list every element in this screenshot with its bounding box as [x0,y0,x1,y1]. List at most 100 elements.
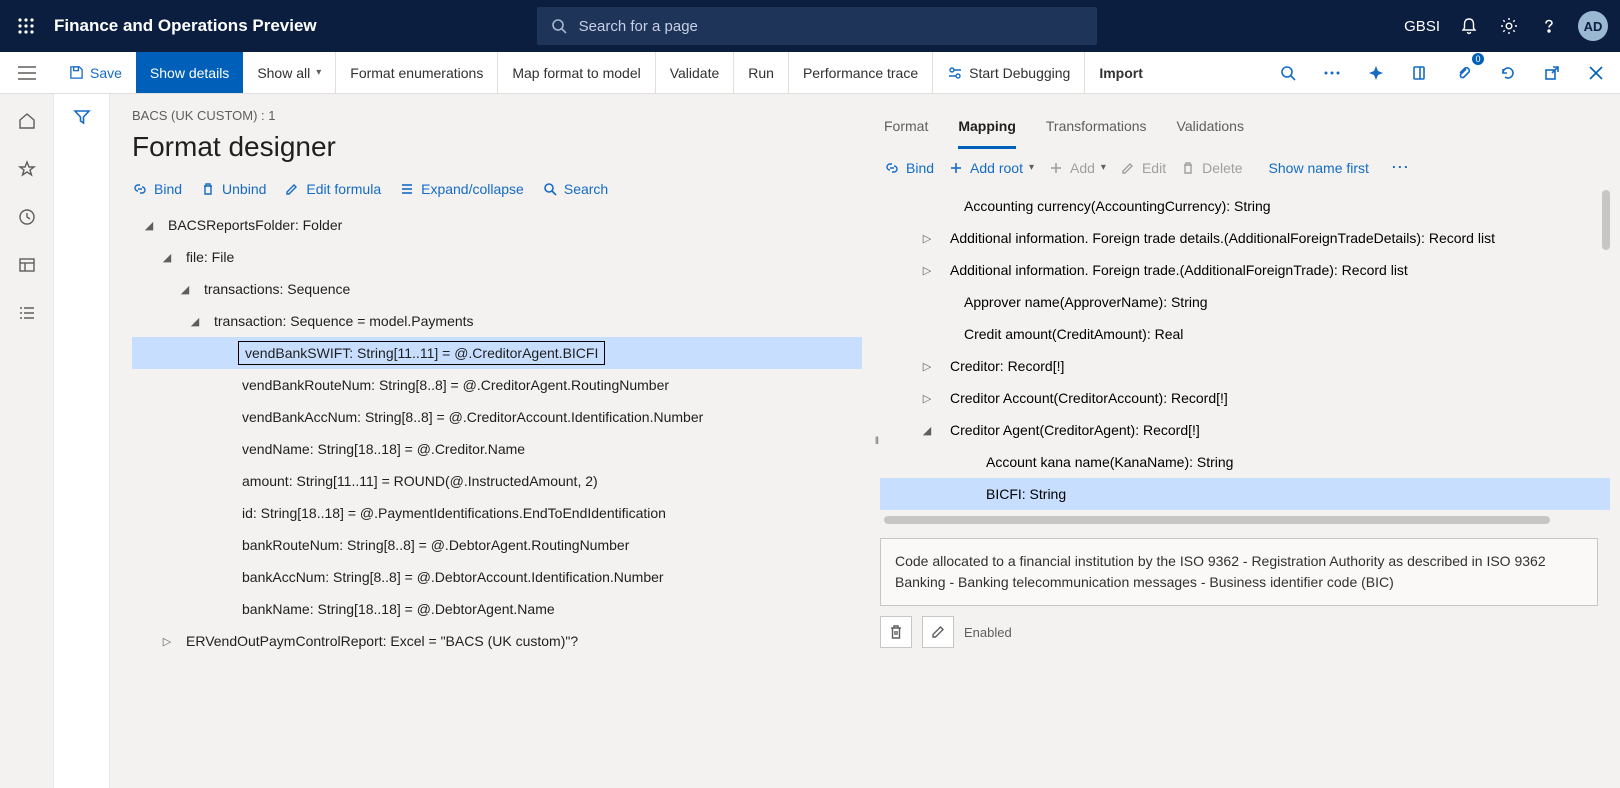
validate-button[interactable]: Validate [656,52,735,93]
main-area: BACS (UK CUSTOM) : 1 Format designer Bin… [0,94,1620,788]
tree-toggle-icon[interactable]: ◢ [188,314,202,328]
expand-collapse-button[interactable]: Expand/collapse [399,181,524,197]
format-tree-node[interactable]: amount: String[11..11] = ROUND(@.Instruc… [132,465,862,497]
tab-format[interactable]: Format [884,108,928,149]
mapping-tree-node[interactable]: Approver name(ApproverName): String [880,286,1610,318]
format-tree-node[interactable]: bankRouteNum: String[8..8] = @.DebtorAge… [132,529,862,561]
mapping-tree-node[interactable]: ▷Additional information. Foreign trade d… [880,222,1610,254]
tab-transformations[interactable]: Transformations [1046,108,1147,149]
format-tree-node[interactable]: ◢transaction: Sequence = model.Payments [132,305,862,337]
tab-validations[interactable]: Validations [1177,108,1244,149]
org-name[interactable]: GBSI [1404,18,1440,35]
tree-toggle-icon[interactable]: ▷ [920,359,934,373]
map-format-button[interactable]: Map format to model [498,52,655,93]
nav-toggle-button[interactable] [18,66,36,80]
delete-selected-button[interactable] [880,616,912,648]
format-tree[interactable]: ◢BACSReportsFolder: Folder◢file: File◢tr… [132,209,862,657]
mapping-tree-node[interactable]: Accounting currency(AccountingCurrency):… [880,190,1610,222]
format-tree-node[interactable]: vendBankRouteNum: String[8..8] = @.Credi… [132,369,862,401]
mapping-node-label: Creditor: Record[!] [950,358,1064,374]
help-icon[interactable] [1538,15,1560,37]
tree-toggle-icon[interactable]: ◢ [920,423,934,437]
plus-icon [1048,160,1064,176]
format-panel-commands: Bind Unbind Edit formula [132,181,862,197]
favorites-icon[interactable] [16,158,38,180]
run-button[interactable]: Run [734,52,789,93]
commandbar-search-button[interactable] [1270,55,1306,91]
tree-toggle-icon[interactable]: ▷ [920,263,934,277]
format-tree-node[interactable]: bankName: String[18..18] = @.DebtorAgent… [132,593,862,625]
home-icon[interactable] [16,110,38,132]
format-tree-node[interactable]: id: String[18..18] = @.PaymentIdentifica… [132,497,862,529]
mapping-more-button[interactable]: ⋯ [1391,157,1409,178]
notifications-icon[interactable] [1458,15,1480,37]
open-new-icon[interactable] [1402,55,1438,91]
format-search-button[interactable]: Search [542,181,608,197]
add-root-button[interactable]: Add root ▾ [948,160,1034,176]
format-bind-button[interactable]: Bind [132,181,182,197]
attachments-button[interactable]: 0 [1446,55,1482,91]
format-tree-node[interactable]: ▷ERVendOutPaymControlReport: Excel = "BA… [132,625,862,657]
show-name-first-button[interactable]: Show name first [1269,160,1369,176]
trash-icon [1180,160,1196,176]
tree-toggle-icon [216,442,230,456]
start-debugging-button[interactable]: Start Debugging [933,52,1085,93]
mapping-tree-node[interactable]: BICFI: String [880,478,1610,510]
tree-node-label: bankAccNum: String[8..8] = @.DebtorAccou… [238,567,668,587]
format-tree-node[interactable]: vendBankAccNum: String[8..8] = @.Credito… [132,401,862,433]
edit-formula-button[interactable]: Edit formula [284,181,381,197]
tree-toggle-icon[interactable]: ▷ [160,634,174,648]
settings-icon[interactable] [1498,15,1520,37]
mapping-tree-node[interactable]: ▷ Creditor: Record[!] [880,350,1610,382]
edit-selected-button[interactable] [922,616,954,648]
workspaces-icon[interactable] [16,254,38,276]
show-all-button[interactable]: Show all ▾ [243,52,336,93]
popout-button[interactable] [1534,55,1570,91]
ai-icon[interactable] [1358,55,1394,91]
mapping-tree-node[interactable]: ◢Creditor Agent(CreditorAgent): Record[!… [880,414,1610,446]
tree-toggle-icon[interactable]: ▷ [920,391,934,405]
tree-toggle-icon[interactable]: ▷ [920,231,934,245]
debug-icon [947,65,963,81]
mapping-tree[interactable]: Accounting currency(AccountingCurrency):… [880,190,1610,510]
mapping-tree-node[interactable]: ▷Additional information. Foreign trade.(… [880,254,1610,286]
tree-toggle-icon[interactable]: ◢ [142,218,156,232]
mapping-tree-node[interactable]: Account kana name(KanaName): String [880,446,1610,478]
format-tree-node[interactable]: ◢BACSReportsFolder: Folder [132,209,862,241]
horizontal-scrollbar[interactable] [884,516,1550,524]
mapping-tree-node[interactable]: Credit amount(CreditAmount): Real [880,318,1610,350]
attachments-badge: 0 [1472,53,1484,65]
pencil-icon [1120,160,1136,176]
global-search-input[interactable]: Search for a page [537,7,1097,45]
format-unbind-button[interactable]: Unbind [200,181,266,197]
refresh-button[interactable] [1490,55,1526,91]
tab-mapping[interactable]: Mapping [958,108,1016,149]
import-button[interactable]: Import [1085,52,1157,93]
splitter[interactable]: ‖ [872,94,880,788]
mapping-tree-node[interactable]: ▷Creditor Account(CreditorAccount): Reco… [880,382,1610,414]
format-tree-node[interactable]: ◢transactions: Sequence [132,273,862,305]
recent-icon[interactable] [16,206,38,228]
format-tree-node[interactable]: ◢file: File [132,241,862,273]
mapping-bind-button[interactable]: Bind [884,160,934,176]
tree-toggle-icon [216,538,230,552]
save-icon [68,65,84,81]
tree-toggle-icon[interactable]: ◢ [178,282,192,296]
show-details-button[interactable]: Show details [136,52,243,93]
more-commands-button[interactable] [1314,55,1350,91]
format-enumerations-button[interactable]: Format enumerations [336,52,498,93]
save-button[interactable]: Save [54,52,136,93]
tree-toggle-icon[interactable]: ◢ [160,250,174,264]
filter-icon[interactable] [73,108,91,131]
format-tree-node[interactable]: bankAccNum: String[8..8] = @.DebtorAccou… [132,561,862,593]
app-launcher-button[interactable] [12,12,40,40]
vertical-scrollbar[interactable] [1602,190,1610,250]
user-avatar[interactable]: AD [1578,11,1608,41]
performance-trace-button[interactable]: Performance trace [789,52,933,93]
filter-rail [54,94,110,788]
format-tree-node[interactable]: vendBankSWIFT: String[11..11] = @.Credit… [132,337,862,369]
breadcrumb: BACS (UK CUSTOM) : 1 [132,108,862,123]
close-button[interactable] [1578,55,1614,91]
modules-icon[interactable] [16,302,38,324]
format-tree-node[interactable]: vendName: String[18..18] = @.Creditor.Na… [132,433,862,465]
